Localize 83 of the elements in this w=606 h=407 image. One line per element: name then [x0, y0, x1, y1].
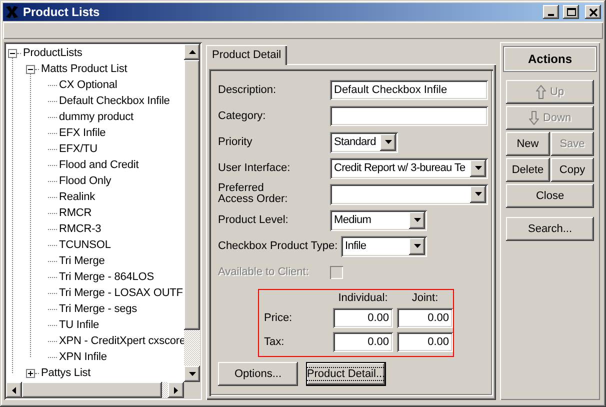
scroll-right-button[interactable] — [168, 382, 184, 398]
tree-item[interactable]: Flood and Credit — [57, 159, 140, 171]
field-label: Checkbox Product Type: — [218, 240, 339, 252]
scroll-up-button[interactable] — [184, 44, 200, 60]
tree-item[interactable]: EFX/TU — [57, 143, 99, 155]
close-button[interactable] — [585, 5, 601, 19]
tab[interactable]: Product Detail — [206, 45, 288, 65]
number-field[interactable]: 0.00 — [397, 308, 453, 328]
button[interactable]: Delete — [506, 158, 550, 182]
tree-item[interactable]: Pattys List — [39, 367, 92, 379]
field-label: Product Level: — [218, 214, 290, 226]
field-label: Available to Client: — [218, 266, 310, 278]
button[interactable]: Search... — [506, 217, 594, 241]
scroll-thumb[interactable] — [22, 382, 162, 398]
vertical-scrollbar[interactable] — [184, 44, 200, 382]
tree-item[interactable]: TCUNSOL — [57, 239, 112, 251]
tree-item[interactable]: RMCR — [57, 207, 93, 219]
maximize-button[interactable] — [563, 5, 579, 19]
dropdown[interactable]: Standard — [330, 132, 398, 152]
dropdown[interactable]: Medium — [330, 210, 427, 230]
tree-item[interactable]: dummy product — [57, 111, 135, 123]
dropdown[interactable]: Infile — [341, 236, 427, 256]
tree-item[interactable]: Realink — [57, 191, 96, 203]
number-field[interactable]: 0.00 — [333, 308, 393, 328]
up-arrow-icon — [536, 85, 546, 99]
tree-item[interactable]: Flood Only — [57, 175, 112, 187]
tree-item[interactable]: Tri Merge - LOSAX OUTF — [57, 287, 184, 299]
right-triangle-icon — [174, 386, 178, 394]
panel-header: Actions — [503, 46, 597, 72]
tree-item[interactable]: TU Infile — [57, 319, 100, 331]
dropdown[interactable]: Credit Report w/ 3-bureau Te — [330, 158, 488, 178]
tree-item[interactable]: CX Optional — [57, 79, 118, 91]
minimize-button[interactable] — [543, 5, 559, 19]
expand-icon[interactable] — [26, 368, 35, 378]
tree-item[interactable]: Default Checkbox Infile — [57, 95, 171, 107]
collapse-icon[interactable] — [8, 48, 17, 58]
tree-item[interactable]: XPN Infile — [57, 351, 108, 363]
tree-item[interactable]: Tri Merge - 864LOS — [57, 271, 155, 283]
button[interactable]: Options... — [218, 362, 298, 386]
minimize-icon — [548, 14, 554, 16]
scroll-down-button[interactable] — [184, 366, 200, 382]
field-label: Preferred Access Order: — [218, 183, 289, 205]
horizontal-scrollbar[interactable] — [6, 382, 184, 398]
tree-item[interactable]: EFX Infile — [57, 127, 107, 139]
tree-item[interactable]: Matts Product List — [39, 63, 128, 75]
tree-item[interactable]: XPN - CreditXpert cxscore — [57, 335, 186, 347]
column-header: Joint: — [410, 292, 440, 304]
tree-item[interactable]: ProductLists — [21, 47, 84, 59]
text-field[interactable]: Default Checkbox Infile — [330, 80, 488, 100]
left-triangle-icon — [12, 386, 16, 394]
scroll-left-button[interactable] — [6, 382, 22, 398]
field-label: User Interface: — [218, 162, 292, 174]
dropdown[interactable] — [330, 184, 488, 204]
number-field[interactable]: 0.00 — [333, 332, 393, 352]
row-label: Tax: — [263, 336, 286, 348]
tree-item[interactable]: Tri Merge — [57, 255, 106, 267]
window-title: Product Lists — [23, 5, 101, 19]
down-arrow-icon — [528, 111, 539, 125]
caret-icon — [414, 218, 420, 222]
down-triangle-icon — [188, 372, 196, 376]
number-field[interactable]: 0.00 — [397, 332, 453, 352]
app-icon — [5, 5, 19, 19]
tree-item[interactable]: Tri Merge - segs — [57, 303, 138, 315]
collapse-icon[interactable] — [26, 64, 35, 74]
maximize-icon — [564, 6, 578, 18]
tree-item[interactable]: RMCR-3 — [57, 223, 102, 235]
caret-icon — [474, 192, 482, 196]
caret-icon — [384, 140, 392, 144]
field-label: Priority — [218, 136, 254, 148]
caret-icon — [414, 244, 420, 248]
text-field[interactable] — [330, 106, 488, 126]
button[interactable]: Close — [506, 184, 594, 208]
field-label: Category: — [218, 110, 267, 122]
button[interactable]: New — [506, 132, 550, 156]
scrollbar-corner — [184, 382, 200, 398]
up-triangle-icon — [188, 50, 196, 54]
row-label: Price: — [263, 312, 294, 324]
button[interactable]: Copy — [550, 158, 594, 182]
column-header: Individual: — [337, 292, 389, 304]
scroll-thumb[interactable] — [184, 60, 200, 330]
button[interactable]: Product Detail... — [306, 362, 386, 386]
caret-icon — [474, 166, 482, 170]
field-label: Description: — [218, 84, 278, 96]
